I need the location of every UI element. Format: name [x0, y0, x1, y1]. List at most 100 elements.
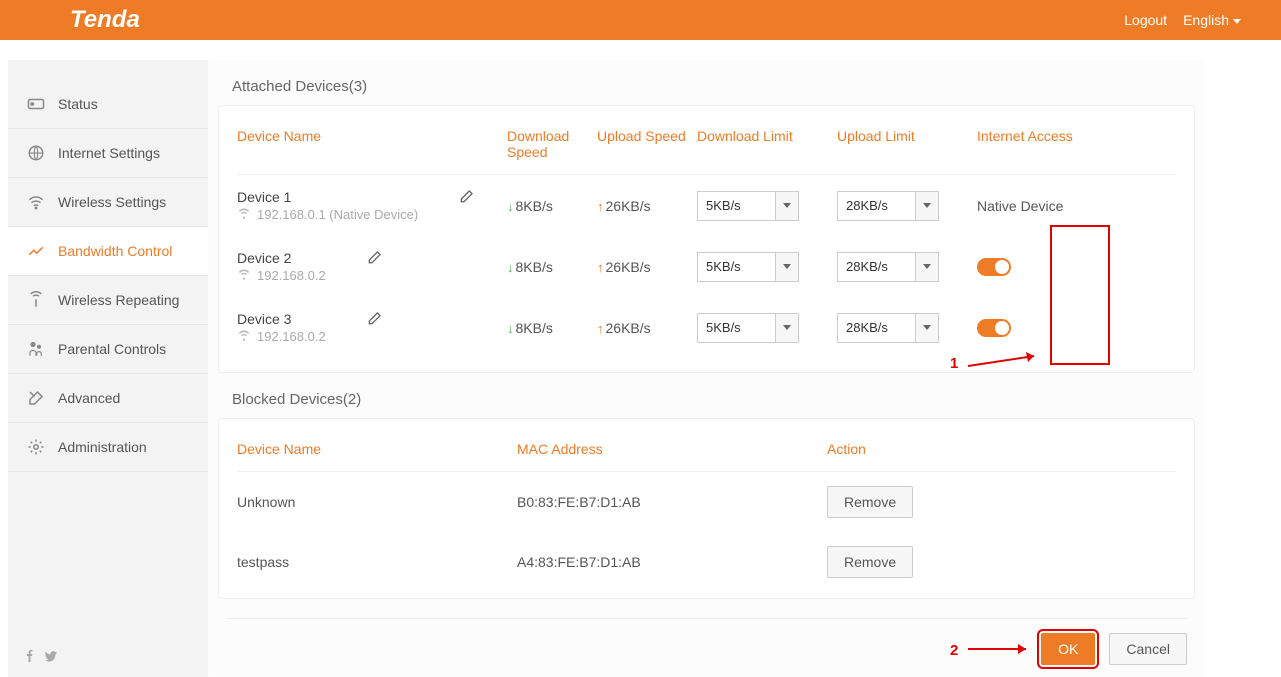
upload-arrow-icon: ↑ [597, 321, 604, 336]
dl-limit-dropdown[interactable] [775, 313, 799, 343]
col-name-header: Device Name [237, 128, 507, 144]
sidebar-item-label: Internet Settings [58, 145, 160, 161]
access-toggle[interactable] [977, 319, 1011, 337]
sidebar-item-wireless[interactable]: Wireless Settings [8, 178, 208, 227]
sidebar-item-parental[interactable]: Parental Controls [8, 325, 208, 374]
dashboard-icon [26, 94, 46, 114]
edit-icon[interactable] [458, 189, 474, 208]
sidebar-item-label: Parental Controls [58, 341, 166, 357]
bcol-mac-header: MAC Address [517, 441, 827, 457]
sidebar-item-status[interactable]: Status [8, 80, 208, 129]
dl-speed: 8KB/s [516, 320, 553, 336]
download-arrow-icon: ↓ [507, 260, 514, 275]
cancel-button[interactable]: Cancel [1109, 633, 1187, 665]
edit-icon[interactable] [366, 250, 382, 269]
sidebar-item-internet[interactable]: Internet Settings [8, 129, 208, 178]
bcol-action-header: Action [827, 441, 947, 457]
attached-header-row: Device Name Download Speed Upload Speed … [237, 120, 1176, 175]
globe-icon [26, 143, 46, 163]
col-ulspeed-header: Upload Speed [597, 128, 697, 144]
bcol-name-header: Device Name [237, 441, 517, 457]
chart-icon [26, 241, 46, 261]
blocked-name: testpass [237, 554, 517, 570]
antenna-icon [26, 290, 46, 310]
sidebar-item-label: Administration [58, 439, 147, 455]
dl-limit-dropdown[interactable] [775, 191, 799, 221]
svg-text:Tenda: Tenda [70, 7, 140, 33]
blocked-title: Blocked Devices(2) [218, 391, 1195, 418]
blocked-name: Unknown [237, 494, 517, 510]
upload-arrow-icon: ↑ [597, 199, 604, 214]
col-dllimit-header: Download Limit [697, 128, 837, 144]
facebook-icon[interactable] [24, 649, 36, 665]
access-native: Native Device [977, 198, 1087, 214]
sidebar-item-advanced[interactable]: Advanced [8, 374, 208, 423]
ul-speed: 26KB/s [606, 259, 651, 275]
device-name: Device 2 [237, 250, 326, 266]
sidebar-item-label: Status [58, 96, 98, 112]
ul-speed: 26KB/s [606, 198, 651, 214]
parental-icon [26, 339, 46, 359]
dl-speed: 8KB/s [516, 198, 553, 214]
dl-speed: 8KB/s [516, 259, 553, 275]
sidebar-item-admin[interactable]: Administration [8, 423, 208, 472]
table-row: Device 1 192.168.0.1 (Native Device) ↓8K… [237, 175, 1176, 236]
table-row: Device 2 192.168.0.2 ↓8KB/s ↑26KB/s [237, 236, 1176, 297]
main-panel: Attached Devices(3) Device Name Download… [208, 60, 1205, 677]
wifi-small-icon [237, 207, 251, 222]
ok-button[interactable]: OK [1041, 633, 1095, 665]
chevron-down-icon [1233, 19, 1241, 24]
device-name: Device 1 [237, 189, 418, 205]
blocked-panel: Device Name MAC Address Action Unknown B… [218, 418, 1195, 599]
tools-icon [26, 388, 46, 408]
ul-limit-dropdown[interactable] [915, 252, 939, 282]
logout-link[interactable]: Logout [1124, 12, 1167, 28]
upload-arrow-icon: ↑ [597, 260, 604, 275]
blocked-mac: B0:83:FE:B7:D1:AB [517, 494, 827, 510]
col-dlspeed-header: Download Speed [507, 128, 597, 160]
blocked-header-row: Device Name MAC Address Action [237, 433, 1176, 472]
sidebar-item-bandwidth[interactable]: Bandwidth Control [8, 227, 208, 276]
sidebar-item-label: Advanced [58, 390, 120, 406]
access-toggle[interactable] [977, 258, 1011, 276]
ul-limit-input[interactable] [837, 252, 915, 282]
blocked-mac: A4:83:FE:B7:D1:AB [517, 554, 827, 570]
device-ip: 192.168.0.2 [257, 329, 326, 344]
sidebar-item-label: Wireless Settings [58, 194, 166, 210]
language-select[interactable]: English [1183, 12, 1241, 28]
wifi-small-icon [237, 268, 251, 283]
brand-logo: Tenda [70, 7, 180, 33]
ul-speed: 26KB/s [606, 320, 651, 336]
dl-limit-input[interactable] [697, 313, 775, 343]
dl-limit-input[interactable] [697, 191, 775, 221]
attached-title: Attached Devices(3) [218, 78, 1195, 105]
sidebar: Status Internet Settings Wireless Settin… [8, 60, 208, 677]
gear-icon [26, 437, 46, 457]
sidebar-item-repeating[interactable]: Wireless Repeating [8, 276, 208, 325]
download-arrow-icon: ↓ [507, 199, 514, 214]
wifi-small-icon [237, 329, 251, 344]
ul-limit-input[interactable] [837, 313, 915, 343]
remove-button[interactable]: Remove [827, 546, 913, 578]
top-links: Logout English [1124, 12, 1241, 28]
ul-limit-input[interactable] [837, 191, 915, 221]
device-name: Device 3 [237, 311, 326, 327]
edit-icon[interactable] [366, 311, 382, 330]
remove-button[interactable]: Remove [827, 486, 913, 518]
wifi-icon [26, 192, 46, 212]
twitter-icon[interactable] [44, 649, 58, 665]
table-row: Unknown B0:83:FE:B7:D1:AB Remove [237, 472, 1176, 532]
ul-limit-dropdown[interactable] [915, 191, 939, 221]
device-ip: 192.168.0.1 (Native Device) [257, 207, 418, 222]
top-bar: Tenda Logout English [0, 0, 1281, 40]
ul-limit-dropdown[interactable] [915, 313, 939, 343]
dl-limit-input[interactable] [697, 252, 775, 282]
dl-limit-dropdown[interactable] [775, 252, 799, 282]
table-row: Device 3 192.168.0.2 ↓8KB/s ↑26KB/s [237, 297, 1176, 358]
table-row: testpass A4:83:FE:B7:D1:AB Remove [237, 532, 1176, 592]
sidebar-item-label: Wireless Repeating [58, 292, 179, 308]
attached-panel: Device Name Download Speed Upload Speed … [218, 105, 1195, 373]
col-ullimit-header: Upload Limit [837, 128, 977, 144]
footer-actions: OK Cancel [226, 618, 1187, 665]
col-access-header: Internet Access [977, 128, 1087, 144]
